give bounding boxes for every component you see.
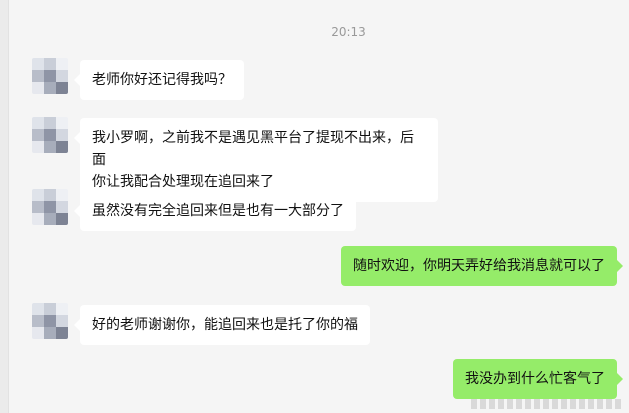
message-bubble-outgoing[interactable]: 我没办到什么忙客气了 [453,359,623,399]
message-text-line: 你让我配合处理现在追回来了 [92,174,274,190]
avatar[interactable] [32,303,68,339]
message-timestamp: 20:13 [331,25,366,39]
avatar[interactable] [32,189,68,225]
blurred-watermark [471,399,621,409]
message-bubble-incoming[interactable]: 老师你好还记得我吗？ [74,60,244,100]
message-bubble-incoming[interactable]: 我小罗啊，之前我不是遇见黑平台了提现不出来，后面 你让我配合处理现在追回来了 [74,118,438,202]
message-text-line: 我小罗啊，之前我不是遇见黑平台了提现不出来，后面 [92,130,414,168]
avatar[interactable] [32,58,68,94]
avatar[interactable] [32,117,68,153]
message-bubble-incoming[interactable]: 好的老师谢谢你，能追回来也是托了你的福 [74,305,370,345]
window-edge [0,0,9,413]
message-bubble-incoming[interactable]: 虽然没有完全追回来但是也有一大部分了 [74,191,356,231]
message-bubble-outgoing[interactable]: 随时欢迎，你明天弄好给我消息就可以了 [341,246,623,286]
